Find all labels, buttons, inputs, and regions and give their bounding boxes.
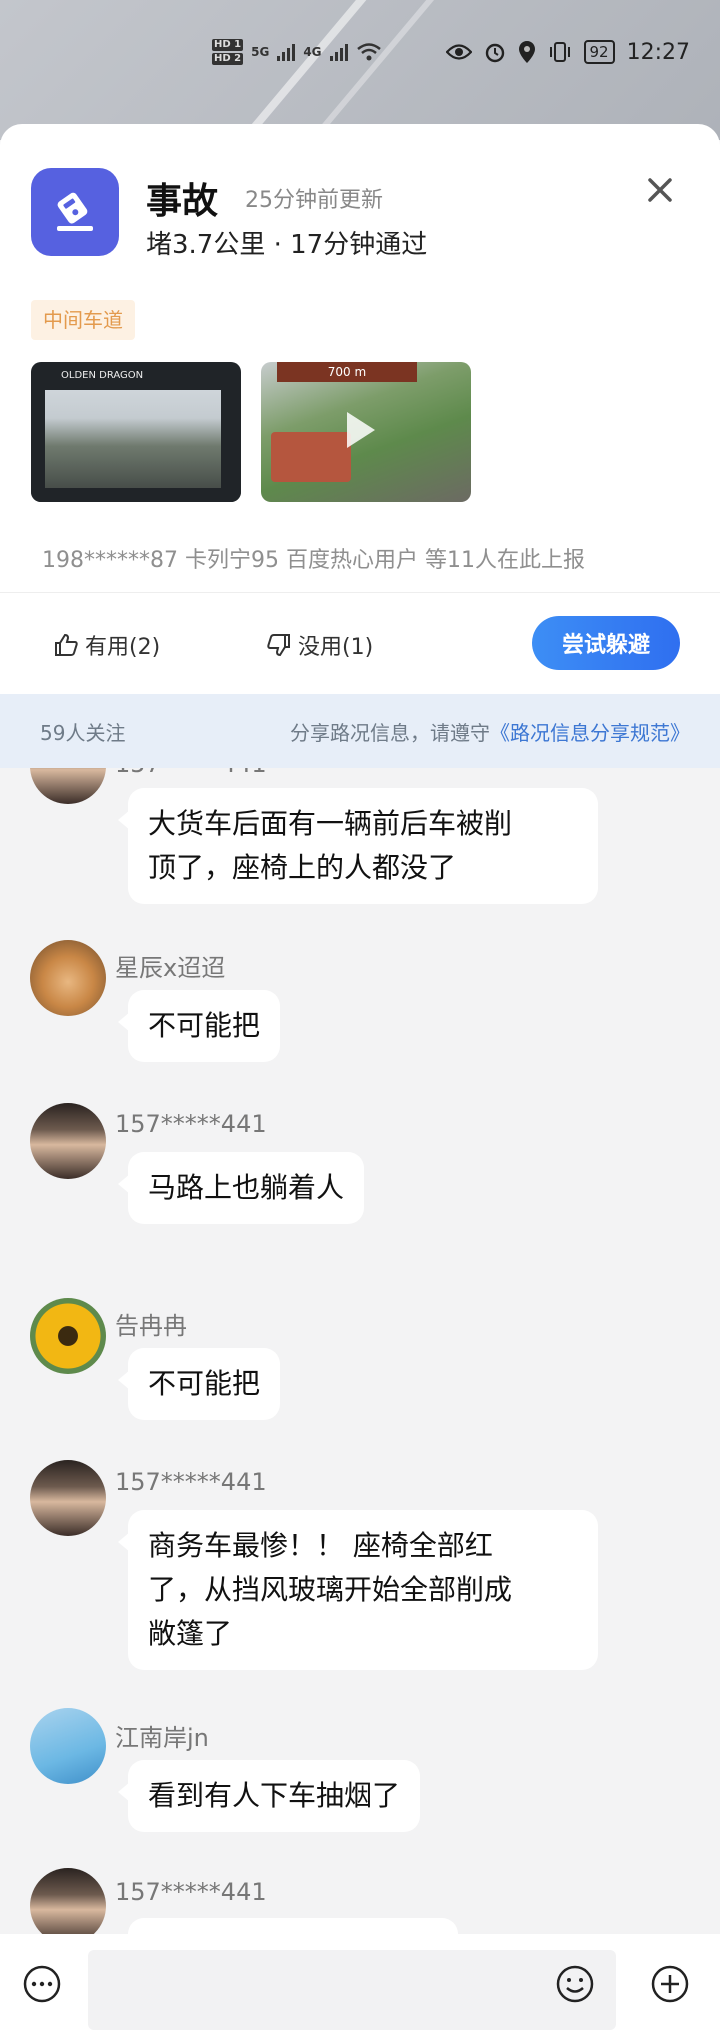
divider [0, 592, 720, 593]
avatar[interactable] [30, 1868, 106, 1934]
wifi-icon [356, 43, 381, 61]
location-icon [518, 41, 535, 63]
comment-list[interactable]: 157*****441 大货车后面有一辆前后车被削 顶了，座椅上的人都没了 星辰… [0, 768, 720, 1934]
photo-frame [31, 362, 241, 502]
incident-video[interactable]: 700 m [261, 362, 471, 502]
follow-count: 59人关注 [40, 720, 126, 745]
signal-bars-icon [277, 43, 296, 61]
incident-title: 事故 [146, 181, 219, 222]
comment-bubble[interactable]: 商务车最惨！！ 座椅全部红 了，从挡风玻璃开始全部削成 敞篷了 [118, 1510, 598, 1670]
vibrate-icon [549, 42, 570, 62]
comment-input[interactable] [88, 1950, 616, 2030]
comment-username: 157*****441 [115, 1110, 267, 1138]
network-indicators: HD 1 HD 2 5G 4G [212, 36, 382, 68]
comment-bubble[interactable]: 不可能把 [117, 1348, 281, 1420]
close-button[interactable] [640, 170, 680, 210]
comment-username: 告冉冉 [115, 1312, 187, 1340]
road-sign: 700 m [277, 362, 417, 382]
useful-label: 有用(2) [85, 635, 161, 660]
comment-bubble[interactable]: 大货车后面有一辆前后车被削 顶了，座椅上的人都没了 [118, 788, 598, 904]
hd1-badge: HD 1 [212, 39, 244, 51]
photo-truck [271, 432, 351, 482]
comment-username: 157*****441 [115, 1468, 267, 1496]
comment-bubble[interactable]: 看到有人下车抽烟了 [117, 1760, 421, 1832]
rules-link[interactable]: 《路况信息分享规范》 [490, 721, 690, 745]
comment-username: 157*****441 [115, 768, 267, 778]
comment-bubble[interactable]: 马路上也躺着人 [117, 1152, 365, 1224]
status-bar: HD 1 HD 2 5G 4G 92 12:27 [0, 0, 720, 175]
hd-badges: HD 1 HD 2 [212, 38, 244, 66]
voice-button[interactable] [20, 1962, 64, 2006]
chat-bubble-icon [23, 1965, 61, 2003]
traffic-summary: 堵3.7公里 · 17分钟通过 [146, 230, 428, 260]
comment-username: 江南岸jn [115, 1724, 209, 1752]
close-icon [648, 178, 672, 202]
updated-time: 25分钟前更新 [245, 188, 383, 213]
comment-username: 157*****441 [115, 1878, 267, 1906]
emoji-button[interactable] [553, 1962, 597, 2006]
avatar[interactable] [30, 1298, 106, 1374]
avatar[interactable] [30, 1708, 106, 1784]
comment-input-bar [0, 1934, 720, 2044]
try-avoid-button[interactable]: 尝试躲避 [532, 616, 680, 670]
signal-bars-icon [329, 43, 348, 61]
alarm-icon [485, 43, 504, 63]
reporters-list: 198******87 卡列宁95 百度热心用户 等11人在此上报 [42, 548, 585, 573]
useful-button[interactable]: 有用(2) [53, 620, 160, 670]
avatar[interactable] [30, 1103, 106, 1179]
photo-caption: OLDEN DRAGON [61, 370, 144, 381]
net2-label: 4G [303, 45, 322, 59]
thumbs-up-icon [55, 633, 78, 656]
rules-prefix: 分享路况信息，请遵守 [290, 720, 490, 745]
avatar[interactable] [30, 940, 106, 1016]
incident-card: 事故 25分钟前更新 堵3.7公里 · 17分钟通过 中间车道 OLDEN DR… [0, 124, 720, 694]
battery-indicator: 92 [583, 40, 615, 64]
system-indicators: 92 12:27 [445, 34, 690, 70]
add-button[interactable] [648, 1962, 692, 2006]
thumbs-down-icon [267, 634, 290, 657]
comment-bubble[interactable] [128, 1918, 458, 1934]
plus-icon [651, 1965, 689, 2003]
eye-icon [445, 44, 472, 60]
comment-bubble[interactable]: 不可能把 [117, 990, 281, 1062]
smiley-icon [556, 1965, 594, 2003]
avatar[interactable] [30, 768, 106, 804]
incident-photo[interactable]: OLDEN DRAGON [31, 362, 241, 502]
useless-button[interactable]: 没用(1) [266, 620, 373, 670]
useless-label: 没用(1) [298, 635, 374, 660]
rules-notice: 分享路况信息，请遵守《路况信息分享规范》 [290, 717, 690, 746]
play-icon [347, 412, 375, 448]
comment-username: 星辰x迢迢 [115, 954, 226, 982]
clock: 12:27 [626, 39, 690, 65]
avatar[interactable] [30, 1460, 106, 1536]
net1-label: 5G [251, 45, 270, 59]
lane-tag: 中间车道 [31, 300, 135, 340]
hd2-badge: HD 2 [212, 53, 244, 65]
incident-icon [31, 168, 119, 256]
follow-bar: 59人关注 分享路况信息，请遵守《路况信息分享规范》 [0, 694, 720, 768]
